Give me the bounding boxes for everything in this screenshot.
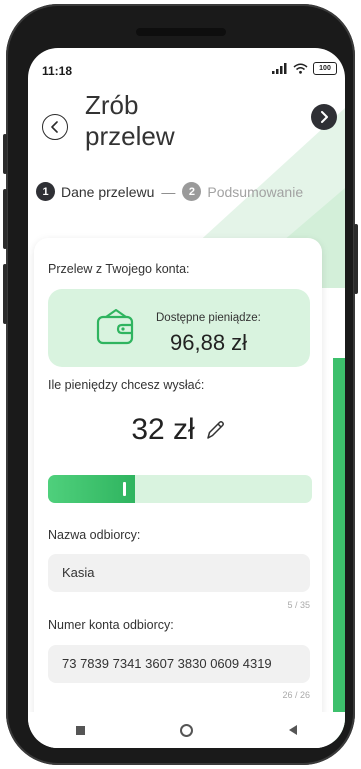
balance-box[interactable]: Dostępne pieniądze: 96,88 zł	[48, 289, 310, 367]
recent-apps-icon[interactable]	[75, 725, 85, 735]
chevron-left-icon	[51, 121, 58, 133]
page-title: Zrób przelew	[85, 90, 175, 151]
amount-slider-fill	[48, 475, 135, 503]
pencil-icon[interactable]	[205, 419, 225, 441]
next-button[interactable]	[311, 104, 337, 130]
volume-button	[3, 134, 7, 174]
recipient-name-label: Nazwa odbiorcy:	[48, 528, 141, 542]
step-label-summary: Podsumowanie	[207, 183, 304, 200]
battery-icon: 100	[313, 62, 337, 75]
volume-button	[3, 189, 7, 249]
recipient-name-field[interactable]: Kasia	[48, 554, 310, 592]
account-number-field[interactable]: 73 7839 7341 3607 3830 0609 4319	[48, 645, 310, 683]
transfer-form-card: Przelew z Twojego konta: Dostępne pienią…	[34, 238, 322, 748]
amount-label: Ile pieniędzy chcesz wysłać:	[48, 378, 205, 392]
amount-slider-handle[interactable]	[123, 482, 126, 496]
signal-icon	[272, 63, 287, 74]
source-account-label: Przelew z Twojego konta:	[48, 262, 190, 276]
amount-value[interactable]: 32 zł	[131, 413, 194, 447]
back-icon[interactable]	[289, 725, 298, 735]
balance-label: Dostępne pieniądze:	[156, 312, 261, 324]
step-number-2: 2	[182, 182, 202, 201]
status-bar: 11:18 100	[28, 48, 345, 82]
power-button	[354, 224, 358, 294]
amount-row: 32 zł	[34, 413, 322, 447]
back-button[interactable]	[42, 114, 68, 140]
wifi-icon	[293, 63, 308, 74]
status-time: 11:18	[42, 64, 73, 78]
step-number-1: 1	[36, 182, 55, 201]
account-number-label: Numer konta odbiorcy:	[48, 618, 174, 632]
speaker-notch	[135, 28, 226, 36]
chevron-right-icon	[321, 111, 328, 123]
step-separator: —	[161, 183, 176, 200]
system-navbar	[28, 712, 345, 748]
balance-value: 96,88 zł	[170, 330, 248, 355]
home-icon[interactable]	[180, 723, 194, 737]
step-label-data: Dane przelewu	[61, 183, 155, 200]
stepper: 1 Dane przelewu — 2 Podsumowanie	[36, 182, 303, 201]
phone-frame: 11:18 100 Zrób przelew 1 Dane przelewu —…	[3, 4, 358, 765]
screen: 11:18 100 Zrób przelew 1 Dane przelewu —…	[28, 48, 345, 748]
account-number-counter: 26 / 26	[282, 690, 310, 700]
recipient-name-counter: 5 / 35	[287, 600, 310, 610]
volume-button	[3, 264, 7, 324]
green-accent-edge	[333, 358, 345, 748]
wallet-icon	[96, 309, 134, 345]
status-icons: 100	[272, 62, 337, 75]
amount-slider[interactable]	[48, 475, 312, 503]
